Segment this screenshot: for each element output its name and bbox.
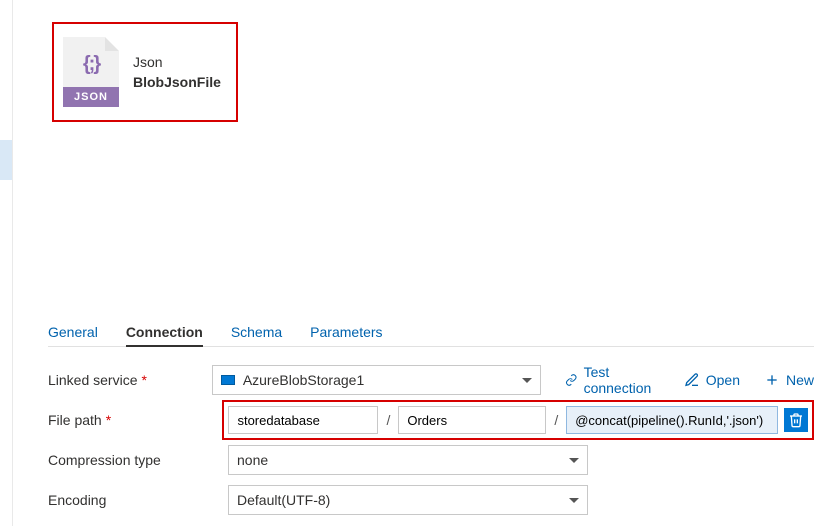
json-braces-glyph: {;}	[63, 53, 119, 76]
tab-schema[interactable]: Schema	[231, 324, 282, 340]
file-path-highlight: / /	[222, 400, 814, 440]
new-label: New	[786, 372, 814, 388]
json-band-label: JSON	[63, 87, 119, 107]
file-path-directory-input[interactable]	[398, 406, 546, 434]
left-gutter-highlight	[0, 140, 12, 180]
open-label: Open	[706, 372, 740, 388]
path-separator: /	[552, 412, 560, 428]
trash-icon	[788, 412, 804, 428]
row-compression: Compression type none	[48, 440, 814, 480]
required-marker: *	[106, 412, 111, 428]
chevron-down-icon	[522, 378, 532, 383]
dataset-format: Json	[133, 54, 221, 70]
encoding-label: Encoding	[48, 492, 106, 508]
linked-service-value: AzureBlobStorage1	[243, 372, 364, 388]
pencil-icon	[684, 372, 700, 388]
chevron-down-icon	[569, 498, 579, 503]
file-path-label: File path	[48, 412, 102, 428]
encoding-dropdown[interactable]: Default(UTF-8)	[228, 485, 588, 515]
file-path-container-input[interactable]	[228, 406, 378, 434]
path-separator: /	[384, 412, 392, 428]
new-button[interactable]: New	[764, 364, 814, 396]
storage-icon	[221, 375, 235, 385]
tab-bar: General Connection Schema Parameters	[48, 324, 814, 347]
compression-value: none	[237, 452, 268, 468]
row-file-path: File path * / /	[48, 400, 814, 440]
left-gutter	[0, 0, 12, 526]
json-file-icon: {;} JSON	[63, 37, 119, 107]
linked-service-dropdown[interactable]: AzureBlobStorage1	[212, 365, 541, 395]
encoding-value: Default(UTF-8)	[237, 492, 330, 508]
dataset-card[interactable]: {;} JSON Json BlobJsonFile	[57, 27, 233, 117]
chevron-down-icon	[569, 458, 579, 463]
test-connection-button[interactable]: Test connection	[565, 364, 660, 396]
file-path-file-input[interactable]	[566, 406, 778, 434]
dataset-card-highlight: {;} JSON Json BlobJsonFile	[52, 22, 238, 122]
test-connection-label: Test connection	[584, 364, 660, 396]
row-encoding: Encoding Default(UTF-8)	[48, 480, 814, 520]
link-icon	[565, 372, 578, 388]
linked-service-label: Linked service	[48, 372, 138, 388]
compression-dropdown[interactable]: none	[228, 445, 588, 475]
tab-connection[interactable]: Connection	[126, 324, 203, 347]
tab-parameters[interactable]: Parameters	[310, 324, 382, 340]
dog-ear-icon	[105, 37, 119, 51]
compression-label: Compression type	[48, 452, 161, 468]
required-marker: *	[142, 372, 147, 388]
row-linked-service: Linked service * AzureBlobStorage1 Test …	[48, 360, 814, 400]
left-divider	[12, 0, 13, 526]
tab-general[interactable]: General	[48, 324, 98, 340]
clear-file-button[interactable]	[784, 408, 808, 432]
open-button[interactable]: Open	[684, 364, 740, 396]
dataset-name: BlobJsonFile	[133, 74, 221, 90]
plus-icon	[764, 372, 780, 388]
